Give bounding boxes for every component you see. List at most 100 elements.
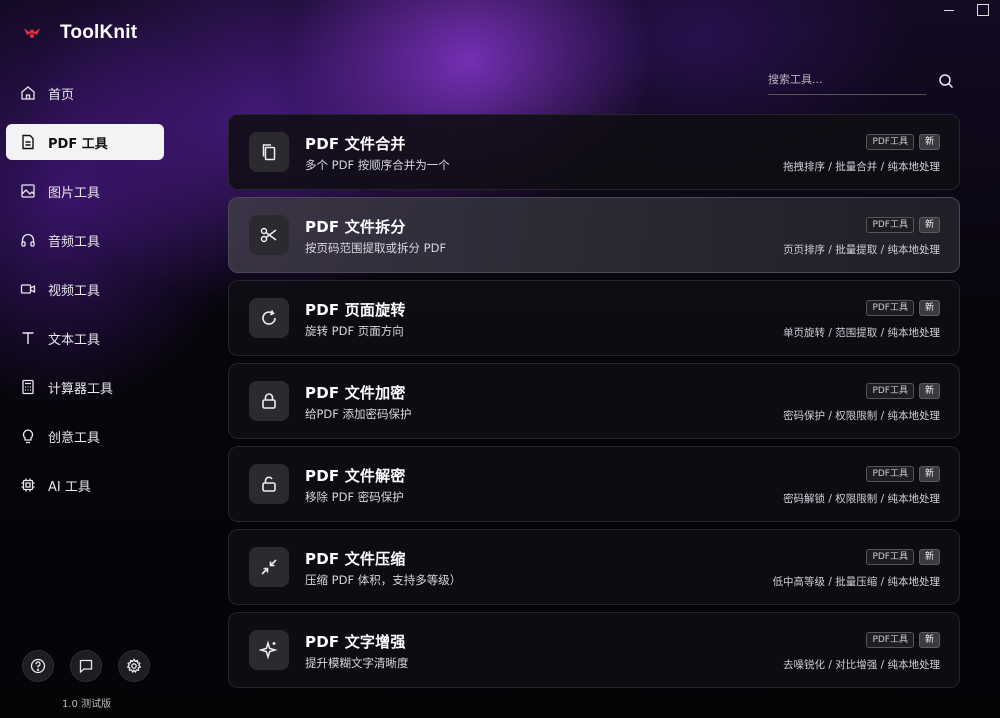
calculator-icon (22, 379, 34, 395)
chip-icon (21, 478, 35, 492)
card-description: 压缩 PDF 体积，支持多等级） (305, 573, 462, 587)
sidebar-item-calculator[interactable]: 计算器工具 (6, 369, 164, 405)
maximize-button[interactable] (966, 0, 1000, 20)
app-name: ToolKnit (60, 22, 138, 43)
rotate-icon (262, 310, 276, 325)
sidebar-item-label: 视频工具 (48, 283, 101, 299)
tool-card-pdf-enhance[interactable]: PDF 文字增强 提升模糊文字清晰度 PDF工具 新 去噪锐化 / 对比增强 /… (228, 612, 960, 688)
card-icon-box (249, 464, 289, 504)
card-tags: 密码保护 / 权限限制 / 纯本地处理 (783, 410, 940, 422)
sidebar-item-label: 首页 (48, 87, 75, 103)
sidebar-bottom-actions (22, 650, 150, 682)
card-icon-box (249, 215, 289, 255)
sidebar-item-label: PDF 工具 (48, 136, 108, 152)
search-input[interactable] (768, 66, 926, 92)
help-button[interactable] (22, 650, 54, 682)
minimize-button[interactable] (932, 0, 966, 20)
new-badge: 新 (918, 632, 940, 648)
settings-button[interactable] (118, 650, 150, 682)
sparkle-icon (259, 640, 278, 660)
sidebar-item-label: 图片工具 (48, 185, 101, 201)
sidebar-item-video[interactable]: 视频工具 (6, 271, 164, 307)
card-title: PDF 文件解密 (305, 467, 406, 485)
tool-card-list: PDF 文件合并 多个 PDF 按顺序合并为一个 PDF工具 新 拖拽排序 / … (228, 114, 960, 695)
card-icon-box (249, 630, 289, 670)
card-description: 多个 PDF 按顺序合并为一个 (305, 158, 450, 172)
sidebar-item-audio[interactable]: 音频工具 (6, 222, 164, 258)
card-title: PDF 文件加密 (305, 384, 406, 402)
card-description: 移除 PDF 密码保护 (305, 490, 404, 504)
search-icon[interactable] (938, 73, 954, 89)
headphones-icon (21, 233, 35, 247)
card-tags: 去噪锐化 / 对比增强 / 纯本地处理 (783, 659, 940, 671)
sidebar-item-home[interactable]: 首页 (6, 75, 164, 111)
card-badges: PDF工具 新 (866, 466, 940, 482)
card-tags: 密码解锁 / 权限限制 / 纯本地处理 (783, 493, 940, 505)
home-icon (21, 86, 35, 100)
tool-card-pdf-rotate[interactable]: PDF 页面旋转 旋转 PDF 页面方向 PDF工具 新 单页旋转 / 范围提取… (228, 280, 960, 356)
card-badges: PDF工具 新 (866, 217, 940, 233)
window-controls (932, 0, 1000, 20)
card-badges: PDF工具 新 (866, 134, 940, 150)
category-badge: PDF工具 (866, 466, 914, 482)
feedback-icon (79, 659, 93, 674)
category-badge: PDF工具 (866, 217, 914, 233)
category-badge: PDF工具 (866, 549, 914, 565)
category-badge: PDF工具 (866, 632, 914, 648)
card-badges: PDF工具 新 (866, 632, 940, 648)
card-tags: 单页旋转 / 范围提取 / 纯本地处理 (783, 327, 940, 339)
search-bar (768, 66, 926, 95)
app-logo: ToolKnit (22, 22, 137, 44)
card-icon-box (249, 381, 289, 421)
new-badge: 新 (918, 383, 940, 399)
sidebar-nav: 首页 PDF 工具 图片工具 音频工具 视频工具 文本工具 计算器工具 创意工具… (6, 75, 164, 516)
tool-card-pdf-split[interactable]: PDF 文件拆分 按页码范围提取或拆分 PDF PDF工具 新 页页排序 / 批… (228, 197, 960, 273)
card-title: PDF 文件合并 (305, 135, 406, 153)
new-badge: 新 (918, 466, 940, 482)
category-badge: PDF工具 (866, 383, 914, 399)
help-icon (30, 658, 46, 674)
card-title: PDF 页面旋转 (305, 301, 406, 319)
new-badge: 新 (918, 134, 940, 150)
document-icon (22, 134, 34, 150)
sidebar-item-label: 计算器工具 (48, 381, 114, 397)
feedback-button[interactable] (70, 650, 102, 682)
new-badge: 新 (918, 217, 940, 233)
card-badges: PDF工具 新 (866, 300, 940, 316)
card-tags: 低中高等级 / 批量压缩 / 纯本地处理 (772, 576, 940, 588)
sidebar-item-image[interactable]: 图片工具 (6, 173, 164, 209)
maximize-icon (977, 4, 989, 16)
sidebar-item-text[interactable]: 文本工具 (6, 320, 164, 356)
tool-card-pdf-merge[interactable]: PDF 文件合并 多个 PDF 按顺序合并为一个 PDF工具 新 拖拽排序 / … (228, 114, 960, 190)
card-description: 提升模糊文字清晰度 (305, 656, 409, 670)
category-badge: PDF工具 (866, 134, 914, 150)
copy-icon (262, 144, 276, 161)
scissors-icon (260, 227, 277, 243)
tool-card-pdf-compress[interactable]: PDF 文件压缩 压缩 PDF 体积，支持多等级） PDF工具 新 低中高等级 … (228, 529, 960, 605)
sidebar-item-label: 创意工具 (48, 430, 101, 446)
card-description: 按页码范围提取或拆分 PDF (305, 241, 447, 255)
text-icon (22, 332, 34, 344)
lightbulb-icon (22, 429, 34, 444)
sidebar-item-pdf[interactable]: PDF 工具 (6, 124, 164, 160)
image-icon (21, 184, 35, 198)
sidebar-item-label: AI 工具 (48, 479, 91, 495)
unlock-icon (262, 476, 276, 492)
card-title: PDF 文件压缩 (305, 550, 406, 568)
sidebar-item-ai[interactable]: AI 工具 (6, 467, 164, 503)
category-badge: PDF工具 (866, 300, 914, 316)
sidebar-item-label: 文本工具 (48, 332, 101, 348)
minimize-icon (944, 9, 954, 11)
sidebar: ToolKnit 首页 PDF 工具 图片工具 音频工具 视频工具 文本工具 计… (0, 0, 180, 718)
card-badges: PDF工具 新 (866, 383, 940, 399)
tool-card-pdf-decrypt[interactable]: PDF 文件解密 移除 PDF 密码保护 PDF工具 新 密码解锁 / 权限限制… (228, 446, 960, 522)
sidebar-item-creative[interactable]: 创意工具 (6, 418, 164, 454)
card-description: 给PDF 添加密码保护 (305, 407, 412, 421)
tool-card-pdf-encrypt[interactable]: PDF 文件加密 给PDF 添加密码保护 PDF工具 新 密码保护 / 权限限制… (228, 363, 960, 439)
compress-icon (261, 559, 277, 575)
card-title: PDF 文件拆分 (305, 218, 406, 236)
settings-icon (126, 658, 142, 674)
card-badges: PDF工具 新 (866, 549, 940, 565)
new-badge: 新 (918, 549, 940, 565)
card-icon-box (249, 298, 289, 338)
